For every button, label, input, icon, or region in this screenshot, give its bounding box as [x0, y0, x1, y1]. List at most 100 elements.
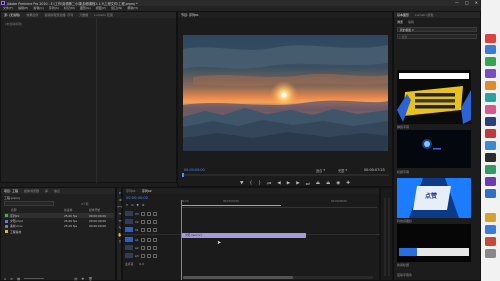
app-icon-blue-4[interactable] [485, 225, 496, 234]
project-row[interactable]: 素材.mov 25.00 fps 00:00:00:00 [4, 224, 114, 229]
type-tool-icon[interactable]: T [119, 240, 121, 244]
project-row[interactable]: 序列01 25.00 fps 00:00:00:00 [4, 213, 114, 219]
wrench-icon[interactable]: ⚙ [142, 203, 145, 207]
go-to-in-icon[interactable]: ⏮ [267, 181, 271, 187]
tab-project[interactable]: 项目: 工程 [4, 189, 18, 193]
lift-icon[interactable]: ⏏ [316, 181, 320, 186]
app-icon-amber[interactable] [485, 213, 496, 222]
step-forward-icon[interactable]: ▶ [296, 181, 299, 186]
mark-out-icon[interactable]: } [258, 181, 261, 186]
work-area-bar[interactable] [181, 205, 281, 206]
program-playhead[interactable] [182, 173, 184, 177]
mute-icon[interactable] [140, 237, 145, 242]
mark-in-icon[interactable]: { [249, 181, 252, 186]
app-icon-navy[interactable] [485, 117, 496, 126]
program-scrub-bar[interactable] [182, 173, 389, 177]
play-icon[interactable]: ▶ [287, 181, 290, 186]
go-to-out-icon[interactable]: ⏭ [306, 181, 310, 187]
search-input[interactable]: ⌕ 搜索 [397, 34, 477, 39]
trash-icon[interactable]: 🗑 [88, 277, 92, 281]
snap-icon[interactable]: ⊓ [126, 203, 128, 207]
app-icon-red-2[interactable] [485, 129, 496, 138]
template-thumb-tech[interactable]: 点赞 [397, 178, 471, 218]
track-target-v3[interactable] [125, 211, 133, 216]
sync-lock-icon[interactable] [146, 227, 151, 232]
lock-icon[interactable] [140, 211, 145, 216]
tab-sequence-01[interactable]: 序列01 [126, 189, 136, 193]
app-icon-purple[interactable] [485, 69, 496, 78]
lock-icon[interactable] [140, 227, 145, 232]
eye-icon[interactable] [152, 211, 157, 216]
tab-lumetri-scopes[interactable]: Lumetri 范围 [94, 13, 113, 17]
tab-essential-graphics[interactable]: 基本图形 [397, 13, 409, 17]
subtab-edit[interactable]: 编辑 [408, 20, 414, 24]
tab-media-browser[interactable]: 媒体浏览器 [24, 189, 39, 193]
app-icon-pink[interactable] [485, 105, 496, 114]
lock-icon[interactable] [140, 219, 145, 224]
export-frame-icon[interactable]: ◉ [336, 181, 340, 186]
app-icon-blue[interactable] [485, 45, 496, 54]
master-value[interactable]: 0.0 [139, 262, 143, 266]
sync-lock-icon[interactable] [146, 219, 151, 224]
app-icon-blue-3[interactable] [485, 189, 496, 198]
tab-info[interactable]: 信息 [54, 189, 60, 193]
list-view-icon[interactable]: ≡ [10, 277, 13, 281]
tab-audio-mixer[interactable]: 音频剪辑混合器: 序列 [44, 13, 73, 17]
project-search-input[interactable] [4, 201, 54, 206]
track-target-a1[interactable] [125, 237, 133, 242]
step-back-icon[interactable]: ◀ [277, 181, 280, 186]
project-row[interactable]: 夕阳.mp4 25.00 fps 00:00:00:00 [4, 218, 114, 223]
zoom-slider[interactable] [24, 278, 45, 279]
new-item-icon[interactable]: ✚ [81, 277, 84, 281]
tab-program[interactable]: 节目: 序列01 [181, 13, 199, 17]
track-target-a3[interactable] [125, 253, 133, 258]
template-thumb-title[interactable] [397, 130, 471, 168]
app-icon-orange[interactable] [485, 81, 496, 90]
solo-icon[interactable] [146, 237, 151, 242]
track-target-v2[interactable] [125, 219, 133, 224]
project-row[interactable]: 工程素材 [4, 229, 114, 234]
eye-icon[interactable] [152, 227, 157, 232]
subtab-browse[interactable]: 浏览 [397, 20, 403, 24]
eye-icon[interactable] [152, 219, 157, 224]
app-icon-green-2[interactable] [485, 165, 496, 174]
col-fps[interactable]: 帧速率 [64, 208, 89, 212]
lock-icon[interactable]: ⌂ [4, 277, 6, 281]
icon-view-icon[interactable]: ▦ [17, 277, 20, 281]
add-marker-icon[interactable]: ▼ [240, 181, 243, 186]
add-marker-icon[interactable]: ▼ [137, 203, 139, 207]
maximize-button[interactable]: □ [465, 0, 469, 5]
tab-lumetri-color[interactable]: Lumetri 颜色 [415, 13, 434, 17]
fit-dropdown[interactable]: 适合 ▾ [316, 168, 325, 173]
sync-lock-icon[interactable] [146, 211, 151, 216]
quality-dropdown[interactable]: 完整 ▾ [338, 168, 347, 173]
mute-icon[interactable] [140, 245, 145, 250]
timeline-clip-v1[interactable]: 夕阳.mp4 [V] [182, 233, 306, 238]
tab-libraries[interactable]: 库 [45, 189, 48, 193]
col-media-start[interactable]: 媒体开始 [89, 208, 114, 212]
col-name[interactable]: 名称 [4, 208, 64, 212]
template-thumb-news[interactable] [397, 224, 471, 262]
tab-source[interactable]: 源: (无剪辑) [4, 13, 20, 17]
track-target-v1[interactable] [125, 227, 133, 232]
app-icon-green[interactable] [485, 57, 496, 66]
app-icon-red-3[interactable] [485, 237, 496, 246]
close-button[interactable]: ✕ [475, 0, 478, 5]
timeline-scrollbar[interactable] [183, 276, 373, 279]
minimize-button[interactable]: — [455, 0, 459, 5]
new-bin-icon[interactable]: ▤ [74, 277, 77, 281]
tab-effect-controls[interactable]: 效果控件 [26, 13, 38, 17]
button-editor-icon[interactable]: ✚ [346, 181, 350, 186]
mic-icon[interactable] [152, 245, 157, 250]
app-icon-red[interactable] [485, 34, 496, 43]
extract-icon[interactable]: ⏏ [326, 181, 330, 186]
timeline-ruler[interactable]: 00:00 00:00:04:00 00:00:08:00 [181, 200, 377, 208]
tab-metadata[interactable]: 元数据 [79, 13, 88, 17]
scrollbar-thumb[interactable] [183, 276, 293, 279]
app-icon-gray[interactable] [485, 249, 496, 258]
solo-icon[interactable] [146, 245, 151, 250]
linked-selection-icon[interactable]: ⧉ [131, 203, 133, 207]
app-icon-blue-2[interactable] [485, 141, 496, 150]
app-icon-purple-2[interactable] [485, 177, 496, 186]
mic-icon[interactable] [152, 253, 157, 258]
